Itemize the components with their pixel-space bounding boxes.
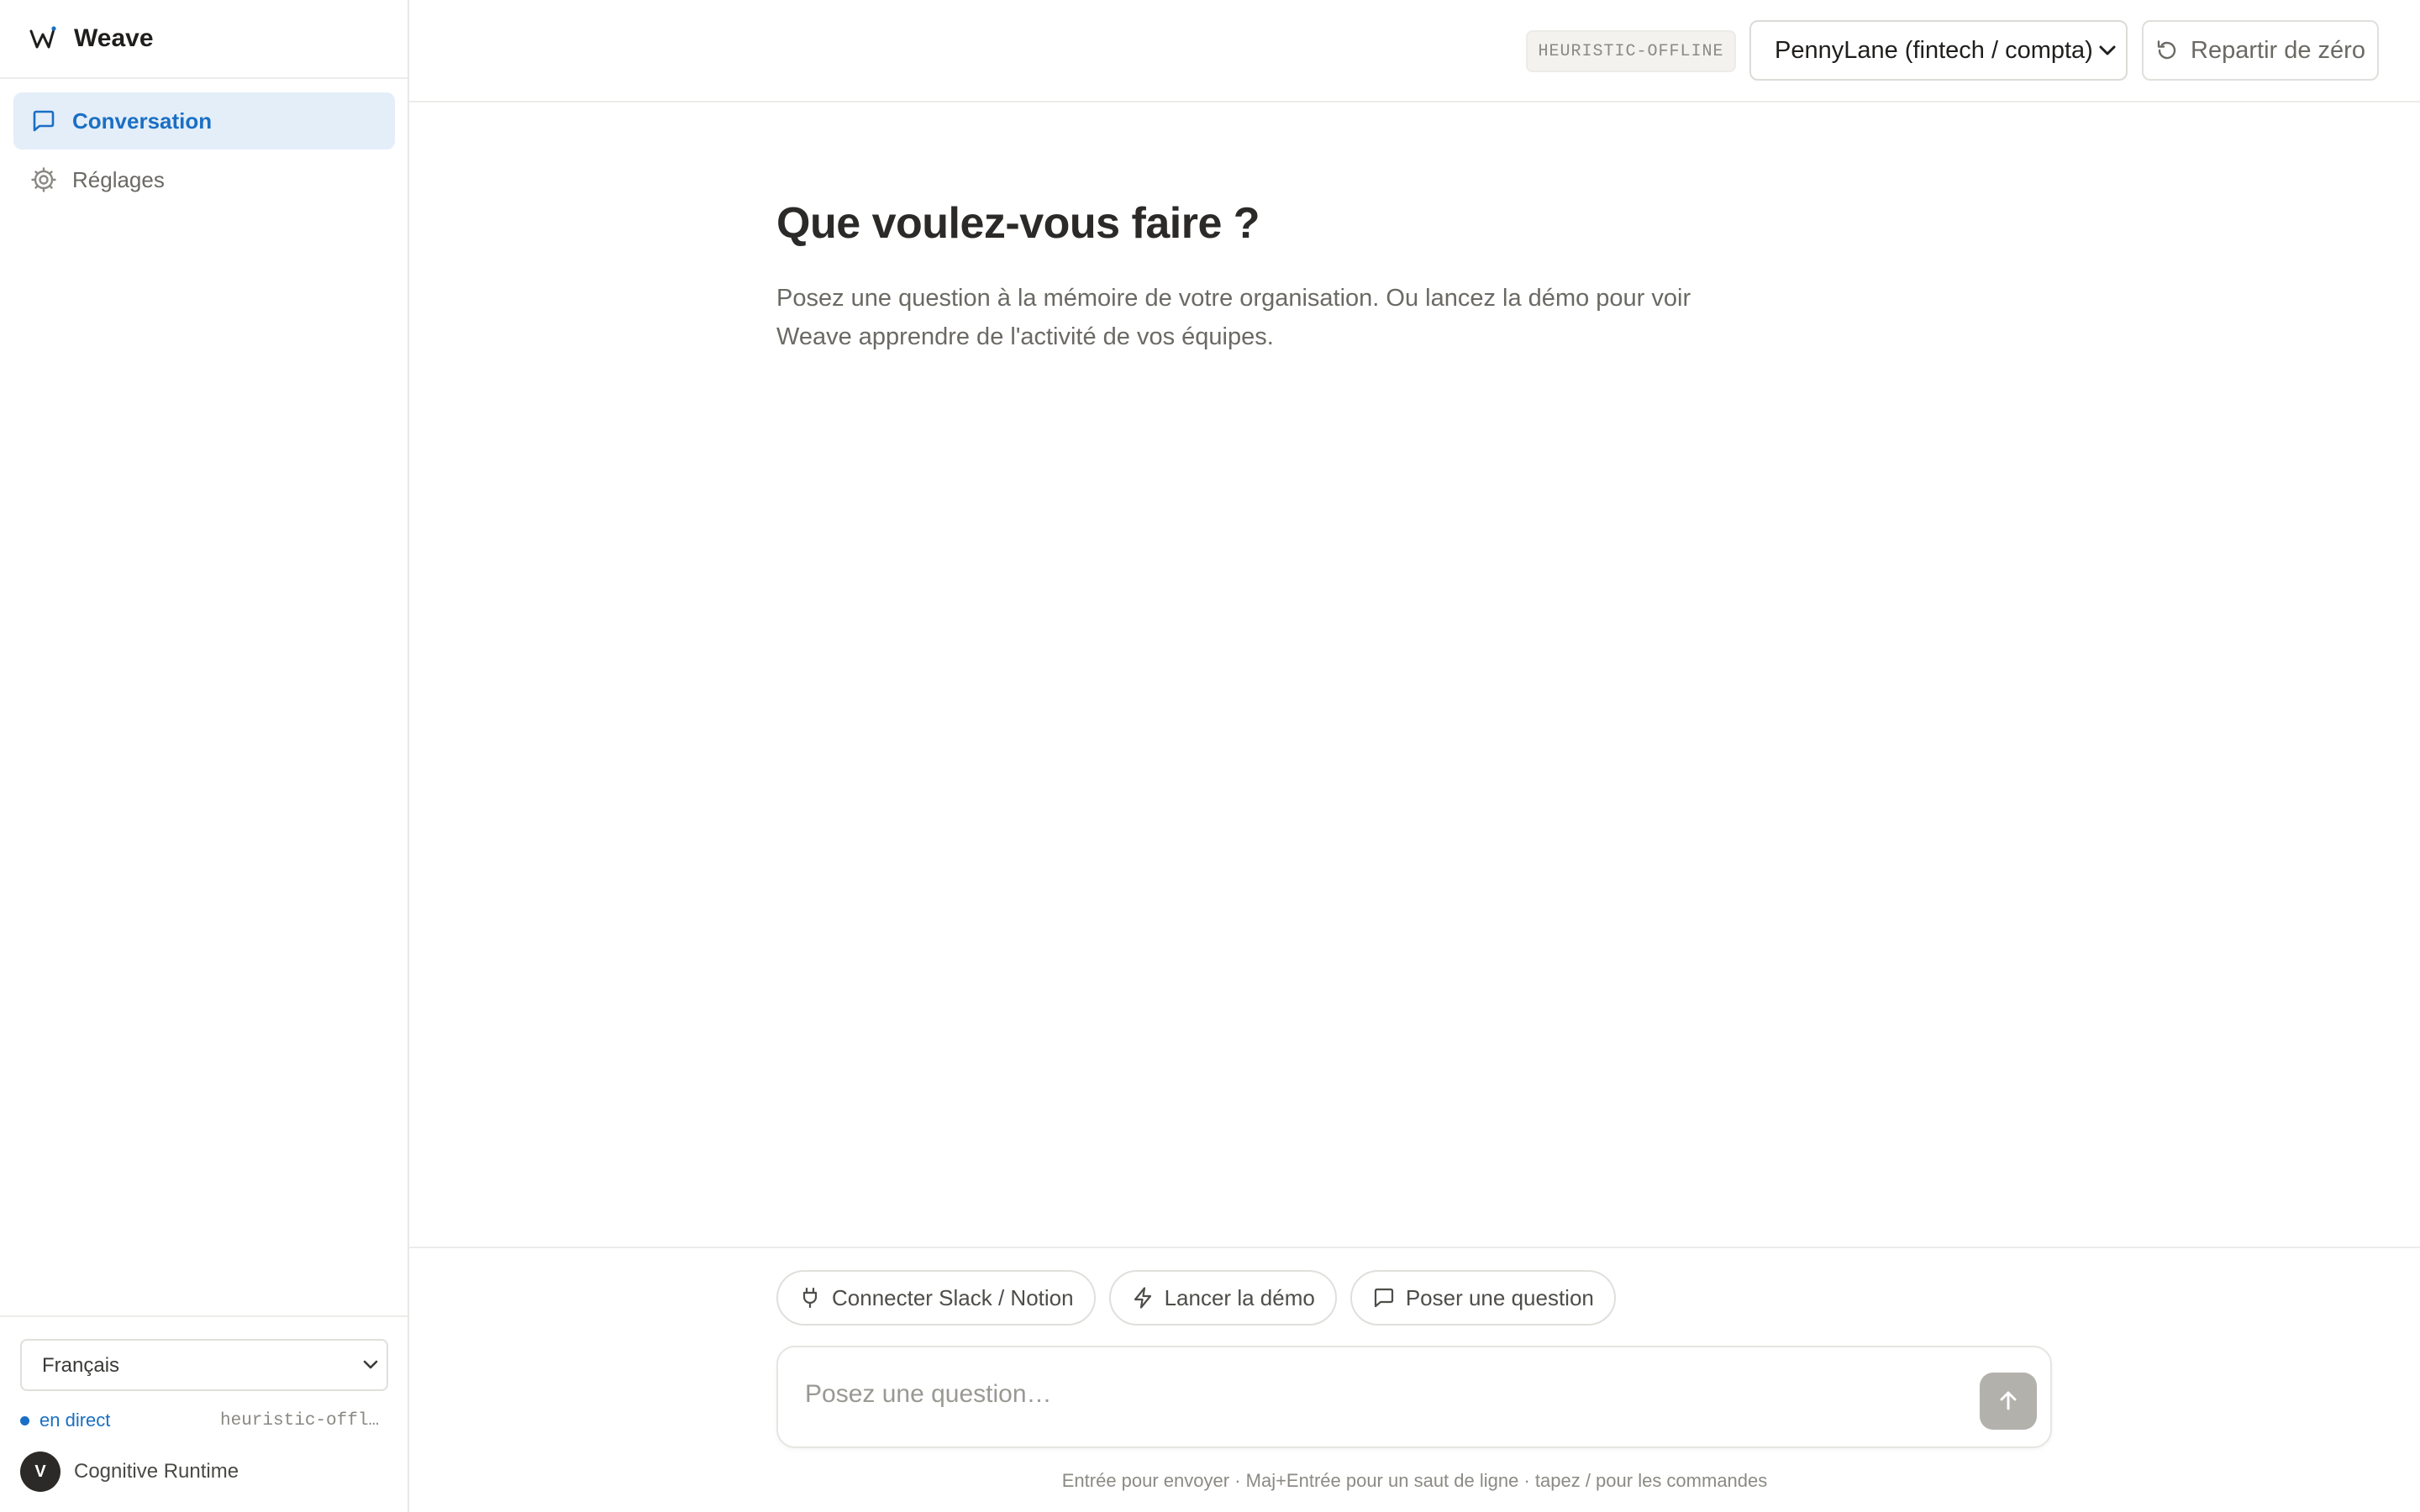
brand[interactable]: Weave — [0, 0, 408, 79]
question-input[interactable] — [805, 1371, 1965, 1418]
rotate-ccw-icon — [2155, 39, 2179, 62]
page-subtitle: Posez une question à la mémoire de votre… — [776, 285, 1691, 350]
empty-state: Que voulez-vous faire ? Posez une questi… — [776, 198, 1701, 356]
org-select-wrapper: PennyLane (fintech / compta) — [1749, 20, 2128, 81]
user-name: Cognitive Runtime — [74, 1460, 239, 1483]
reset-button-label: Repartir de zéro — [2191, 36, 2365, 64]
plug-icon — [798, 1286, 822, 1310]
zap-icon — [1131, 1286, 1155, 1310]
connection-status: en direct heuristic-offline — [20, 1408, 388, 1433]
ask-question-chip[interactable]: Poser une question — [1349, 1270, 1616, 1326]
sidebar: Weave Conversation Réglages Français en … — [0, 0, 409, 1512]
user-profile[interactable]: V Cognitive Runtime — [20, 1452, 239, 1492]
brand-name: Weave — [74, 24, 154, 52]
top-bar: HEURISTIC-OFFLINE PennyLane (fintech / c… — [409, 0, 2420, 102]
sidebar-footer: Français en direct heuristic-offline V C… — [0, 1315, 408, 1512]
chip-label: Lancer la démo — [1164, 1284, 1315, 1310]
message-square-icon — [30, 108, 57, 134]
page-title: Que voulez-vous faire ? — [776, 199, 1260, 248]
suggestion-chips: Connecter Slack / Notion Lancer la démo … — [776, 1270, 1629, 1326]
connect-slack-notion-chip[interactable]: Connecter Slack / Notion — [776, 1270, 1096, 1326]
launch-demo-chip[interactable]: Lancer la démo — [1108, 1270, 1337, 1326]
language-select[interactable]: Français — [20, 1339, 388, 1391]
reset-button[interactable]: Repartir de zéro — [2142, 20, 2379, 81]
engine-badge: HEURISTIC-OFFLINE — [1526, 30, 1736, 72]
sidebar-item-conversation[interactable]: Conversation — [13, 92, 395, 150]
live-status: en direct — [20, 1410, 110, 1431]
sidebar-nav: Conversation Réglages — [13, 92, 395, 210]
org-select[interactable]: PennyLane (fintech / compta) — [1749, 20, 2128, 81]
gear-icon — [30, 166, 57, 193]
chip-label: Connecter Slack / Notion — [832, 1284, 1074, 1310]
sidebar-item-settings[interactable]: Réglages — [13, 151, 395, 208]
weave-logo-icon — [29, 24, 57, 53]
avatar: V — [20, 1452, 60, 1492]
send-button[interactable] — [1980, 1373, 2037, 1430]
sidebar-item-label: Conversation — [72, 108, 213, 134]
engine-name: heuristic-offline — [220, 1410, 388, 1431]
sidebar-item-label: Réglages — [72, 166, 165, 192]
message-square-icon — [1372, 1286, 1396, 1310]
composer: Connecter Slack / Notion Lancer la démo … — [409, 1247, 2420, 1512]
chip-label: Poser une question — [1405, 1284, 1594, 1310]
question-input-box — [776, 1346, 2052, 1448]
keyboard-hint: Entrée pour envoyer · Maj+Entrée pour un… — [1061, 1470, 1768, 1491]
live-status-label: en direct — [39, 1410, 111, 1431]
arrow-up-icon — [2000, 1391, 2017, 1410]
live-dot-icon — [20, 1415, 29, 1425]
app-root: Weave Conversation Réglages Français en … — [0, 0, 2420, 1512]
